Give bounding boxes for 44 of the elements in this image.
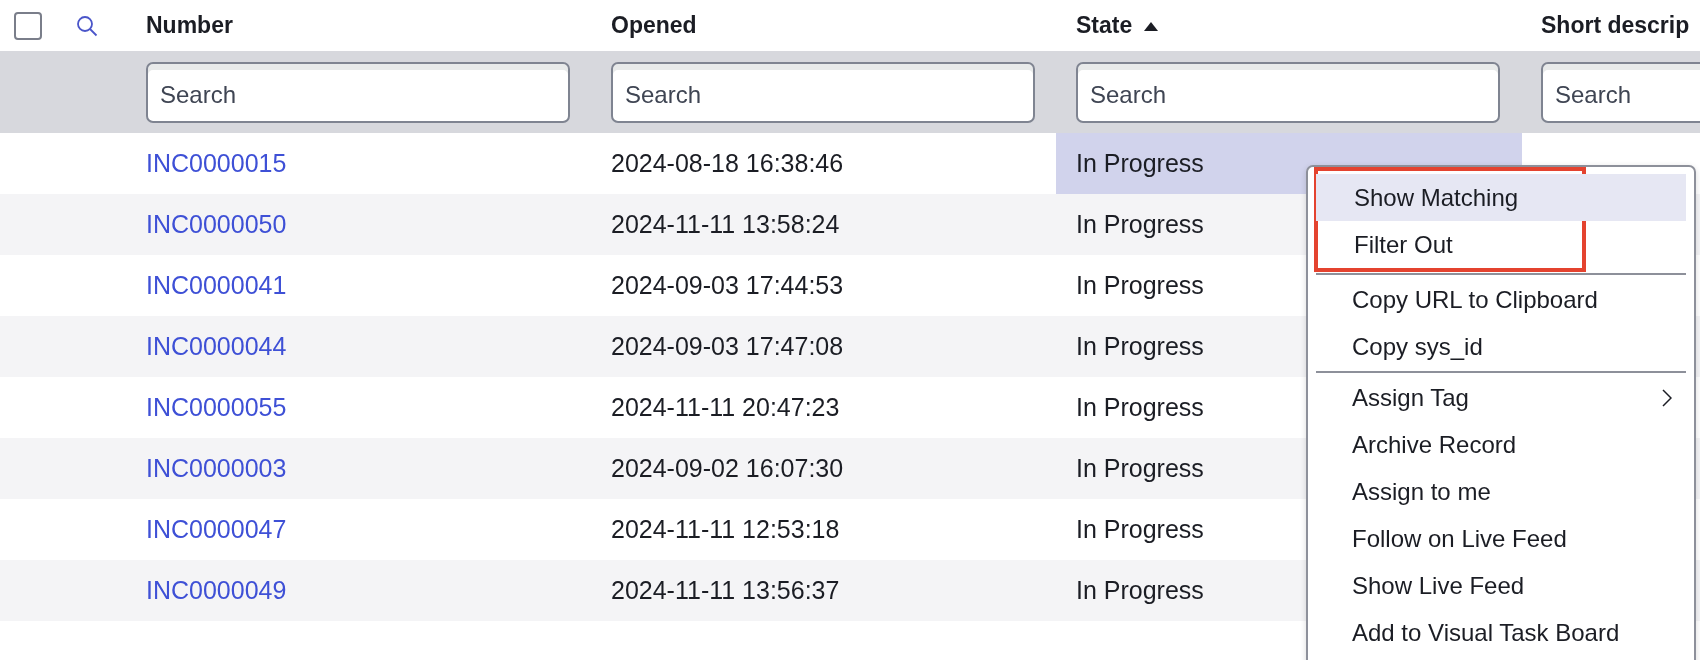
record-link[interactable]: INC0000049 [146, 576, 287, 605]
table-cell: 2024-11-11 12:53:18 [611, 515, 840, 544]
table-cell: In Progress [1076, 393, 1204, 422]
menu-item[interactable]: Show Matching [1316, 174, 1686, 221]
menu-item[interactable]: Assign to me [1316, 468, 1686, 515]
search-field[interactable]: Search [146, 61, 570, 123]
select-all-checkbox[interactable] [14, 11, 42, 40]
table-cell: In Progress [1076, 149, 1204, 178]
table-cell: In Progress [1076, 210, 1204, 239]
menu-item[interactable]: Copy sys_id [1316, 323, 1686, 370]
column-header[interactable]: Short descrip [1541, 12, 1690, 39]
search-icon[interactable] [76, 14, 98, 37]
table-cell: In Progress [1076, 332, 1204, 361]
table-cell: 2024-08-18 16:38:46 [611, 149, 844, 178]
column-header[interactable]: Opened [611, 12, 697, 39]
record-link[interactable]: INC0000041 [146, 271, 287, 300]
column-header[interactable]: State [1076, 12, 1133, 39]
table-cell: 2024-09-03 17:44:53 [611, 271, 844, 300]
search-field[interactable]: Search [1541, 61, 1700, 123]
table-cell: 2024-09-02 16:07:30 [611, 454, 844, 483]
menu-item[interactable]: Copy URL to Clipboard [1316, 276, 1686, 323]
record-link[interactable]: INC0000047 [146, 515, 287, 544]
search-field[interactable]: Search [1076, 61, 1500, 123]
table-cell: In Progress [1076, 271, 1204, 300]
table-cell: 2024-11-11 13:56:37 [611, 576, 840, 605]
menu-item[interactable]: Archive Record [1316, 421, 1686, 468]
column-header[interactable]: Number [146, 12, 233, 39]
search-field[interactable]: Search [611, 61, 1035, 123]
menu-item[interactable]: Filter Out [1316, 221, 1686, 268]
table-cell: 2024-09-03 17:47:08 [611, 332, 844, 361]
menu-item[interactable]: Add to Visual Task Board [1316, 609, 1686, 656]
menu-item[interactable]: Follow on Live Feed [1316, 515, 1686, 562]
record-link[interactable]: INC0000015 [146, 149, 287, 178]
table-cell: In Progress [1076, 454, 1204, 483]
menu-item[interactable]: Assign Tag [1316, 374, 1686, 421]
record-link[interactable]: INC0000050 [146, 210, 287, 239]
table-cell: In Progress [1076, 576, 1204, 605]
table-cell: In Progress [1076, 515, 1204, 544]
table-cell: 2024-11-11 13:58:24 [611, 210, 840, 239]
record-link[interactable]: INC0000003 [146, 454, 287, 483]
record-link[interactable]: INC0000044 [146, 332, 287, 361]
menu-item[interactable]: Show Live Feed [1316, 562, 1686, 609]
record-link[interactable]: INC0000055 [146, 393, 287, 422]
table-cell: 2024-11-11 20:47:23 [611, 393, 840, 422]
